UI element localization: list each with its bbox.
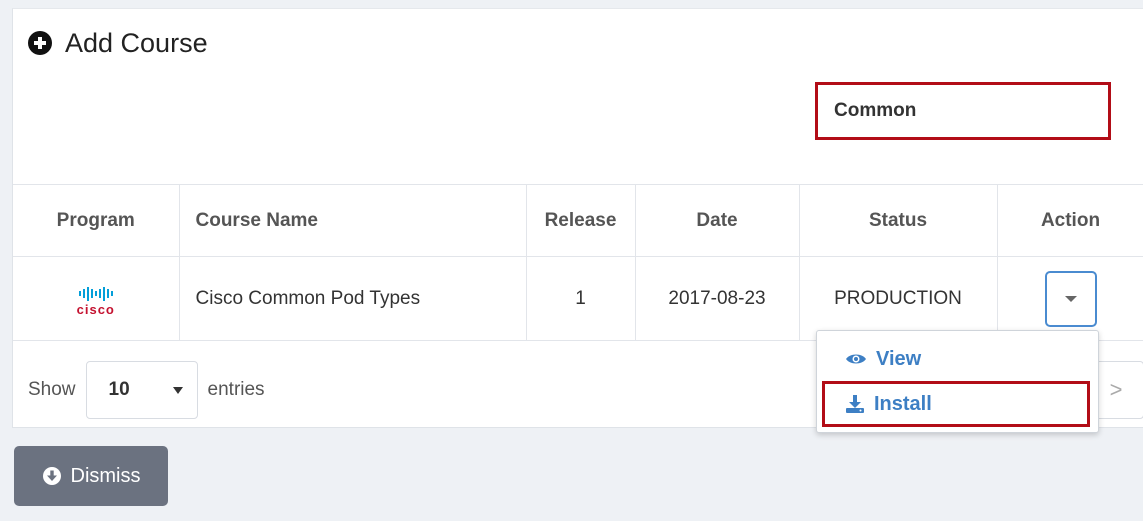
cell-date: 2017-08-23 [634,256,800,341]
menu-item-install[interactable]: Install [845,389,932,419]
circle-arrow-down-icon [42,467,61,485]
cell-release: 1 [525,256,636,341]
cell-status: PRODUCTION [798,256,998,341]
entries-select-value: 10 [108,379,130,400]
header-action: Action [996,184,1143,257]
panel-title: Add Course [27,27,208,59]
dismiss-button[interactable]: Dismiss [14,446,168,506]
search-box[interactable] [815,82,1111,140]
menu-item-install-label: Install [874,392,932,415]
course-table: Program Course Name Release Date Status … [13,184,1143,341]
caret-down-icon [1064,295,1077,302]
show-label: Show [28,379,76,400]
dismiss-label: Dismiss [70,464,141,487]
table-row: cisco Cisco Common Pod Types 1 2017-08-2… [13,256,1143,341]
plus-circle-icon [28,31,52,55]
entries-select[interactable]: 10 [85,361,198,419]
select-caret-icon [172,386,183,394]
action-dropdown-button[interactable] [1044,270,1097,327]
cell-action [996,256,1143,341]
cisco-logo-text: cisco [76,301,115,317]
table-header-row: Program Course Name Release Date Status … [13,184,1143,257]
menu-item-view-label: View [876,347,922,370]
panel-title-text: Add Course [65,27,208,58]
cell-course-name: Cisco Common Pod Types [178,256,527,341]
menu-item-view[interactable]: View [845,344,921,374]
eye-icon [846,354,866,364]
cisco-logo: cisco [76,286,115,317]
download-icon [846,395,864,413]
header-status[interactable]: Status [798,184,998,257]
cell-program: cisco [13,256,180,341]
cisco-bars-icon [78,286,113,301]
action-menu: View Install [816,330,1099,433]
header-date[interactable]: Date [634,184,800,257]
header-release[interactable]: Release [525,184,636,257]
header-course-name[interactable]: Course Name [178,184,527,257]
header-program[interactable]: Program [13,184,180,257]
entries-label: entries [207,379,265,400]
search-input[interactable] [832,99,1108,123]
